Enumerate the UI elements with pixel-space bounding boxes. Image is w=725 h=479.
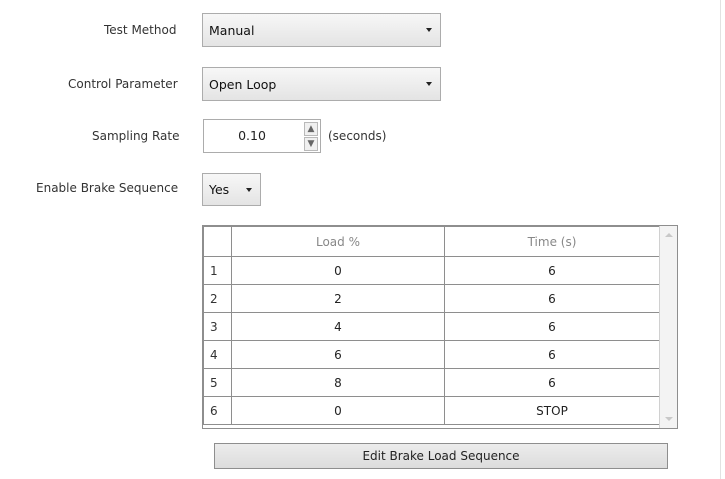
chevron-down-icon	[246, 187, 252, 192]
test-method-value: Manual	[209, 22, 255, 38]
time-cell[interactable]: 6	[444, 368, 660, 397]
table-row[interactable]: 1 0 6	[203, 256, 660, 285]
spin-down-icon[interactable]: ▼	[304, 137, 318, 151]
scroll-down-icon[interactable]	[665, 417, 673, 421]
control-parameter-dropdown[interactable]: Open Loop	[202, 67, 441, 101]
test-method-dropdown[interactable]: Manual	[202, 13, 441, 47]
load-cell[interactable]: 0	[231, 256, 445, 285]
sampling-rate-stepper[interactable]: 0.10 ▲ ▼	[203, 119, 321, 153]
row-index: 3	[203, 312, 232, 341]
row-index: 1	[203, 256, 232, 285]
time-cell[interactable]: 6	[444, 256, 660, 285]
load-percent-header[interactable]: Load %	[231, 226, 445, 257]
settings-panel: Test Method Manual Control Parameter Ope…	[0, 0, 721, 479]
load-cell[interactable]: 4	[231, 312, 445, 341]
time-cell[interactable]: 6	[444, 312, 660, 341]
time-seconds-header[interactable]: Time (s)	[444, 226, 660, 257]
sampling-rate-input[interactable]: 0.10	[204, 120, 300, 152]
table-row[interactable]: 3 4 6	[203, 312, 660, 341]
table-row[interactable]: 5 8 6	[203, 368, 660, 397]
vertical-scrollbar[interactable]	[659, 226, 677, 428]
load-cell[interactable]: 0	[231, 396, 445, 425]
row-index-header	[203, 226, 232, 257]
enable-brake-sequence-label: Enable Brake Sequence	[36, 181, 179, 195]
chevron-down-icon	[426, 82, 432, 86]
load-cell[interactable]: 2	[231, 284, 445, 313]
row-index: 4	[203, 340, 232, 369]
load-cell[interactable]: 8	[231, 368, 445, 397]
load-cell[interactable]: 6	[231, 340, 445, 369]
enable-brake-sequence-dropdown[interactable]: Yes	[202, 173, 261, 206]
row-index: 2	[203, 284, 232, 313]
table-header-row: Load % Time (s)	[203, 226, 660, 257]
time-cell[interactable]: STOP	[444, 396, 660, 425]
sampling-rate-units: (seconds)	[328, 129, 387, 143]
test-method-label: Test Method	[104, 23, 177, 37]
time-cell[interactable]: 6	[444, 340, 660, 369]
table-row[interactable]: 6 0 STOP	[203, 396, 660, 425]
chevron-down-icon	[426, 28, 432, 32]
spin-up-icon[interactable]: ▲	[304, 122, 318, 136]
table-row[interactable]: 4 6 6	[203, 340, 660, 369]
brake-sequence-grid[interactable]: Load % Time (s) 1 0 6 2 2 6 3 4 6 4 6 6 …	[202, 225, 678, 429]
sampling-rate-label: Sampling Rate	[92, 129, 180, 143]
brake-sequence-table: Load % Time (s) 1 0 6 2 2 6 3 4 6 4 6 6 …	[203, 226, 660, 425]
time-cell[interactable]: 6	[444, 284, 660, 313]
control-parameter-label: Control Parameter	[68, 77, 178, 91]
row-index: 5	[203, 368, 232, 397]
scroll-up-icon[interactable]	[665, 233, 673, 237]
control-parameter-value: Open Loop	[209, 76, 277, 92]
enable-brake-sequence-value: Yes	[209, 182, 230, 197]
table-row[interactable]: 2 2 6	[203, 284, 660, 313]
row-index: 6	[203, 396, 232, 425]
edit-brake-load-sequence-button[interactable]: Edit Brake Load Sequence	[214, 443, 668, 469]
